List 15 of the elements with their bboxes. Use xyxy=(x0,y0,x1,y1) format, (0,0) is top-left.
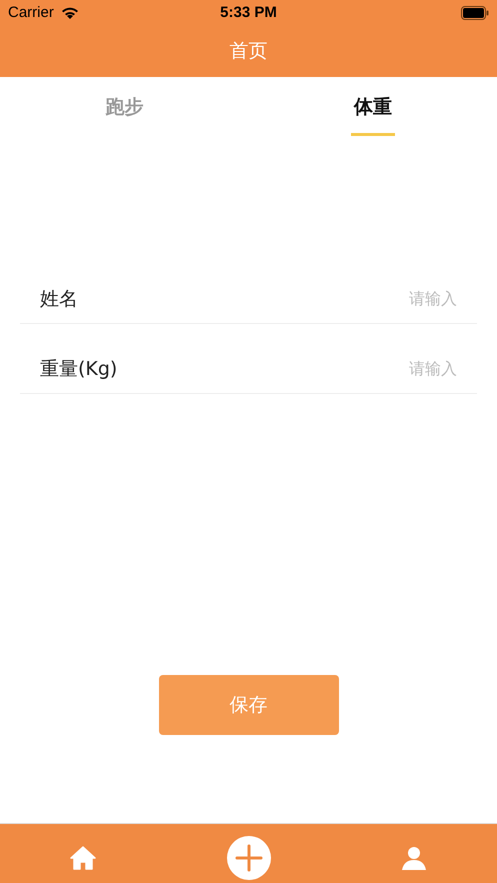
nav-title: 首页 xyxy=(230,39,268,64)
field-label: 重量(Kg) xyxy=(40,356,118,382)
home-icon[interactable] xyxy=(70,846,96,870)
carrier-label: Carrier xyxy=(8,4,54,21)
add-icon[interactable] xyxy=(226,836,270,880)
tab[interactable]: 跑步 xyxy=(0,77,248,136)
save-button[interactable]: 保存 xyxy=(158,675,338,735)
input-field[interactable]: 请输入 xyxy=(117,359,457,378)
input-field[interactable]: 请输入 xyxy=(78,289,457,308)
field-label: 姓名 xyxy=(40,286,78,312)
status-time: 5:33 PM xyxy=(220,4,277,21)
tab[interactable]: 体重 xyxy=(248,77,497,136)
wifi-icon xyxy=(60,6,80,20)
battery-icon xyxy=(461,6,490,20)
user-icon[interactable] xyxy=(402,846,426,870)
